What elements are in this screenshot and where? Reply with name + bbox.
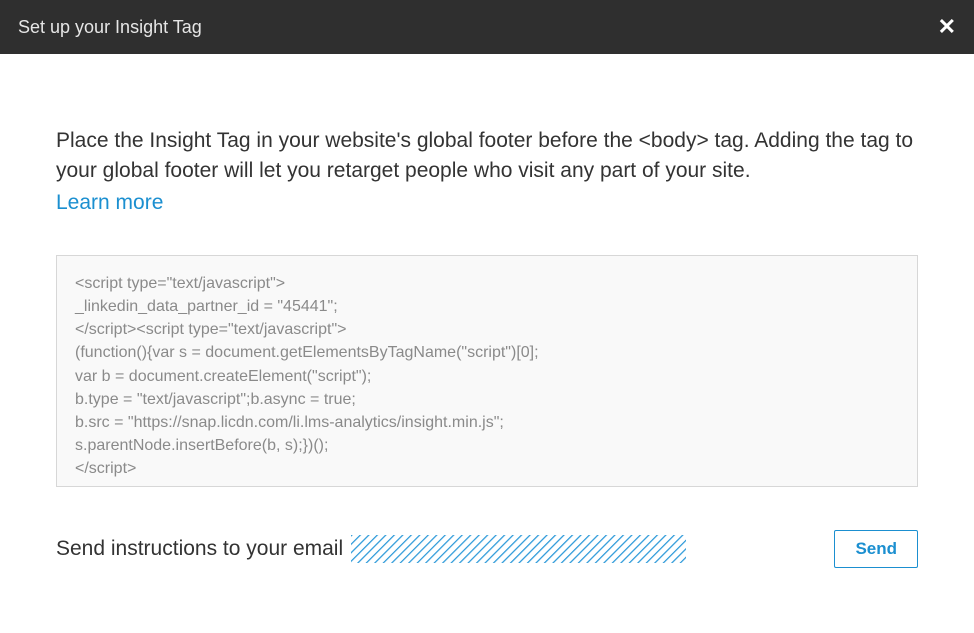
instruction-text: Place the Insight Tag in your website's … xyxy=(56,126,918,187)
send-button[interactable]: Send xyxy=(834,530,918,568)
learn-more-link[interactable]: Learn more xyxy=(56,191,163,215)
email-redacted-area xyxy=(351,535,686,563)
modal-title: Set up your Insight Tag xyxy=(18,17,202,38)
email-instruction-label: Send instructions to your email xyxy=(56,537,343,561)
close-icon: ✕ xyxy=(938,14,956,39)
modal-content: Place the Insight Tag in your website's … xyxy=(0,54,974,492)
code-snippet-box[interactable] xyxy=(56,255,918,487)
modal-footer: Send instructions to your email Send xyxy=(0,492,974,568)
email-label-wrap: Send instructions to your email xyxy=(56,535,686,563)
close-button[interactable]: ✕ xyxy=(938,16,956,38)
modal-header: Set up your Insight Tag ✕ xyxy=(0,0,974,54)
